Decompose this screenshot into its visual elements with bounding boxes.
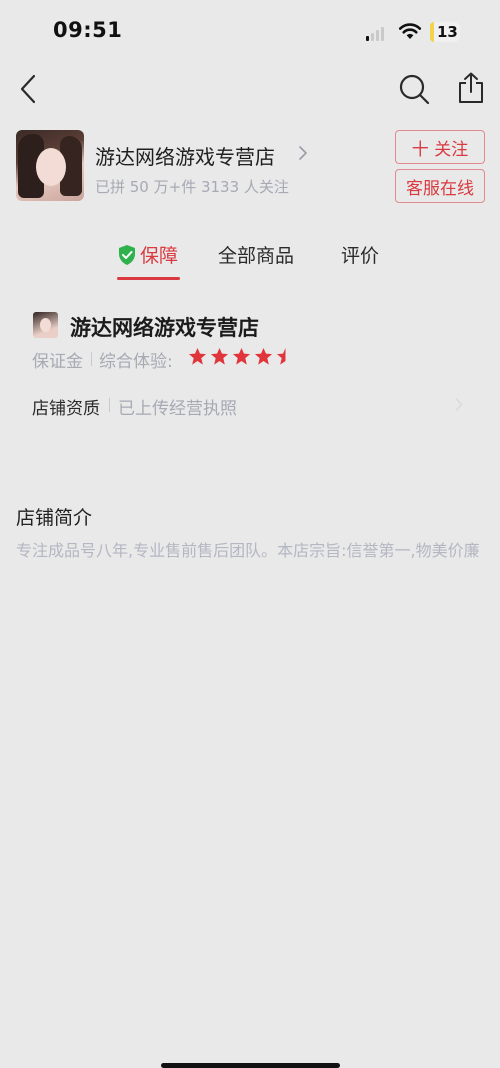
cellular-signal-icon — [366, 27, 388, 41]
store-mini-avatar — [33, 312, 58, 338]
customer-service-button[interactable]: 客服在线 — [395, 169, 485, 203]
divider — [91, 352, 92, 366]
share-icon[interactable] — [457, 72, 485, 104]
chevron-right-icon[interactable] — [455, 398, 463, 411]
tab-guarantee[interactable]: 保障 — [117, 241, 178, 268]
active-tab-indicator — [117, 277, 180, 280]
battery-level: 13 — [437, 23, 458, 41]
qualification-value[interactable]: 已上传经营执照 — [118, 394, 237, 419]
deposit-label: 保证金 — [32, 352, 83, 372]
rating-stars — [188, 347, 295, 367]
divider — [109, 398, 110, 412]
tab-all-products[interactable]: 全部商品 — [218, 241, 294, 268]
shop-avatar[interactable] — [16, 130, 84, 201]
star-icon — [188, 347, 207, 365]
home-indicator[interactable] — [161, 1063, 340, 1068]
shop-name[interactable]: 游达网络游戏专营店 — [95, 141, 275, 170]
shop-stats: 已拼 50 万+件 3133 人关注 — [95, 178, 289, 196]
back-icon[interactable] — [18, 73, 38, 105]
star-icon — [210, 347, 229, 365]
shop-intro-text: 专注成品号八年,专业售前售后团队。本店宗旨:信誉第一,物美价廉 — [16, 541, 480, 560]
tab-reviews[interactable]: 评价 — [341, 241, 379, 268]
experience-label: 综合体验: — [99, 352, 173, 372]
follow-button[interactable]: 十 关注 — [395, 130, 485, 164]
tab-guarantee-label: 保障 — [140, 245, 179, 267]
star-icon — [232, 347, 251, 365]
search-icon[interactable] — [398, 73, 430, 105]
battery-icon: 13 — [430, 22, 460, 42]
status-time: 09:51 — [53, 18, 123, 42]
star-icon — [254, 347, 273, 365]
qualification-label[interactable]: 店铺资质 — [32, 394, 100, 419]
store-title: 游达网络游戏专营店 — [70, 316, 259, 340]
shop-intro-title: 店铺简介 — [16, 507, 93, 529]
star-half-icon — [276, 347, 295, 366]
wifi-icon — [398, 23, 422, 39]
chevron-right-icon[interactable] — [298, 146, 308, 160]
shield-check-icon — [119, 244, 135, 265]
